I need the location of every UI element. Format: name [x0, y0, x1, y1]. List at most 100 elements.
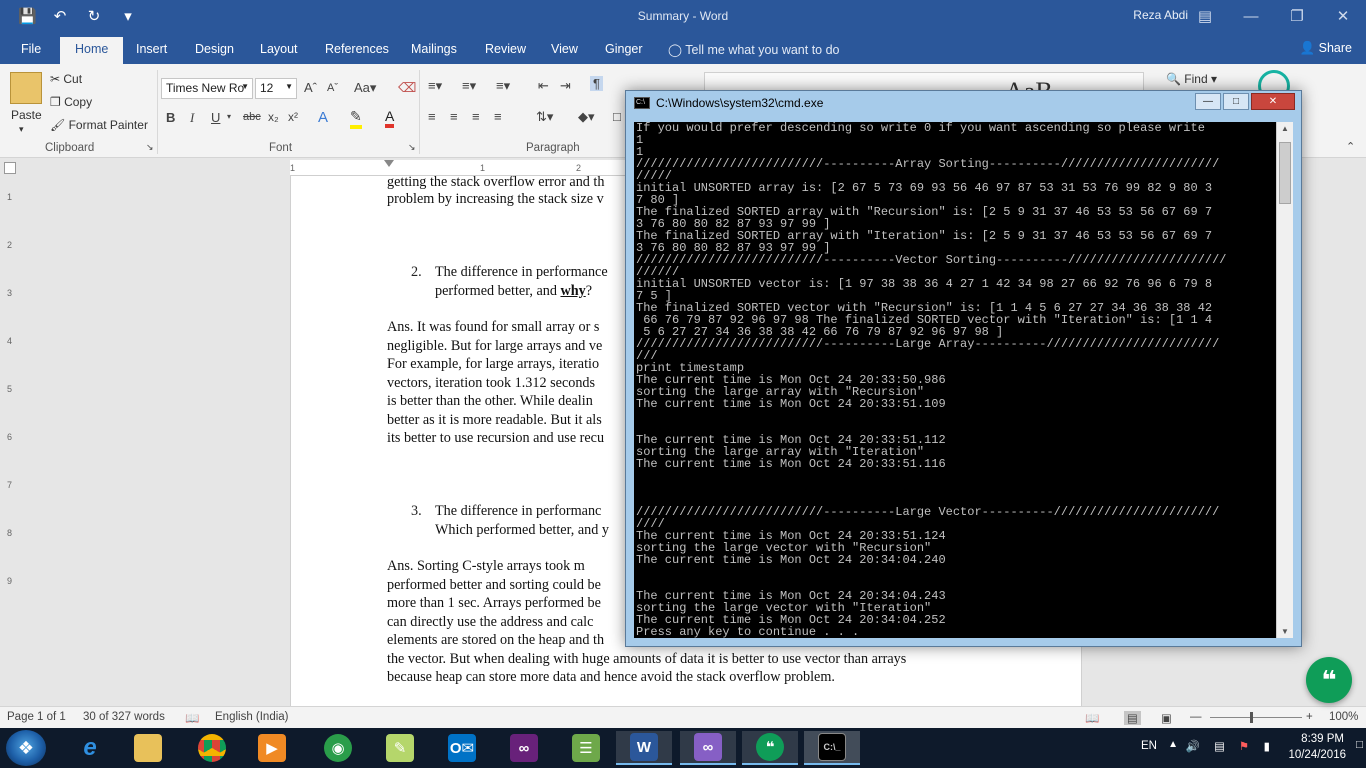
- text-effects-icon[interactable]: A: [318, 109, 328, 126]
- taskbar-visual-studio[interactable]: ∞: [680, 731, 736, 765]
- bullets-icon[interactable]: ≡▾: [428, 78, 442, 94]
- taskbar-hangouts[interactable]: ❝: [742, 731, 798, 765]
- language-indicator[interactable]: English (India): [215, 711, 289, 723]
- console-output[interactable]: If you would prefer descending so write …: [634, 122, 1276, 638]
- web-layout-icon[interactable]: ▣: [1161, 711, 1172, 725]
- start-button[interactable]: ❖: [6, 730, 46, 766]
- cmd-minimize-icon[interactable]: —: [1195, 93, 1221, 110]
- multilevel-list-icon[interactable]: ≡▾: [496, 78, 510, 94]
- taskbar-ie[interactable]: e: [62, 731, 118, 765]
- cmd-title-bar[interactable]: C:\ C:\Windows\system32\cmd.exe: [634, 96, 823, 110]
- taskbar-cmd[interactable]: C:\_: [804, 731, 860, 765]
- proofing-icon[interactable]: 📖: [185, 711, 199, 725]
- tab-file[interactable]: File: [21, 42, 41, 56]
- paste-button[interactable]: Paste: [11, 108, 42, 122]
- paste-icon[interactable]: [10, 72, 42, 104]
- tab-mailings[interactable]: Mailings: [411, 42, 457, 56]
- align-right-icon[interactable]: ≡: [472, 109, 480, 124]
- tab-selector-icon[interactable]: [4, 162, 16, 174]
- numbering-icon[interactable]: ≡▾: [462, 78, 476, 94]
- cmd-close-icon[interactable]: ✕: [1251, 93, 1295, 110]
- highlight-icon[interactable]: ✎: [350, 108, 362, 129]
- shading-icon[interactable]: ◆▾: [578, 109, 595, 125]
- tab-ginger[interactable]: Ginger: [605, 42, 643, 56]
- format-painter-button[interactable]: 🖌 Format Painter: [50, 118, 148, 132]
- notifications-icon[interactable]: □: [1356, 739, 1363, 751]
- read-mode-icon[interactable]: 📖: [1085, 711, 1099, 725]
- font-name-dropdown-icon[interactable]: ▼: [241, 82, 249, 91]
- scroll-down-icon[interactable]: ▼: [1281, 627, 1289, 636]
- tab-home[interactable]: Home: [60, 37, 124, 64]
- taskbar-visual-studio-old[interactable]: ∞: [496, 731, 552, 765]
- taskbar-chrome[interactable]: [184, 731, 240, 765]
- grow-font-icon[interactable]: Aˆ: [304, 80, 317, 95]
- change-case-icon[interactable]: Aa▾: [354, 80, 376, 96]
- taskbar-notepad-plus[interactable]: ✎: [372, 731, 428, 765]
- taskbar-explorer[interactable]: [120, 731, 176, 765]
- taskbar-globe-app[interactable]: ◉: [310, 731, 366, 765]
- input-language[interactable]: EN: [1141, 740, 1157, 752]
- cmd-window[interactable]: C:\ C:\Windows\system32\cmd.exe — □ ✕ If…: [625, 90, 1302, 647]
- justify-icon[interactable]: ≡: [494, 109, 502, 124]
- align-left-icon[interactable]: ≡: [428, 109, 436, 124]
- page-count[interactable]: Page 1 of 1: [7, 711, 66, 723]
- network-icon[interactable]: ▤: [1214, 739, 1225, 753]
- font-name-box[interactable]: Times New Ro ▼: [161, 78, 253, 99]
- paste-dropdown-icon[interactable]: ▾: [19, 124, 24, 135]
- clock-time[interactable]: 8:39 PM: [1301, 733, 1344, 745]
- word-count[interactable]: 30 of 327 words: [83, 711, 165, 723]
- underline-icon[interactable]: U: [211, 110, 220, 125]
- font-launcher-icon[interactable]: ↘: [408, 142, 416, 153]
- hangouts-bubble-icon[interactable]: ❝: [1306, 657, 1352, 703]
- print-layout-icon[interactable]: ▤: [1124, 711, 1141, 725]
- tab-view[interactable]: View: [551, 42, 578, 56]
- taskbar-word[interactable]: W: [616, 731, 672, 765]
- clear-formatting-icon[interactable]: ⌫: [398, 80, 416, 96]
- center-icon[interactable]: ≡: [450, 109, 458, 124]
- taskbar-notes-app[interactable]: ☰: [558, 731, 614, 765]
- superscript-icon[interactable]: x²: [288, 110, 298, 124]
- user-name[interactable]: Reza Abdi: [1133, 8, 1188, 22]
- line-spacing-icon[interactable]: ⇅▾: [536, 109, 553, 125]
- ribbon-display-options-icon[interactable]: ▤: [1182, 0, 1228, 32]
- font-color-icon[interactable]: A: [385, 108, 395, 128]
- borders-icon[interactable]: □: [613, 109, 621, 124]
- cmd-maximize-icon[interactable]: □: [1223, 93, 1249, 110]
- tab-layout[interactable]: Layout: [260, 42, 298, 56]
- increase-indent-icon[interactable]: ⇥: [560, 78, 571, 94]
- taskbar-outlook[interactable]: O✉: [434, 731, 490, 765]
- bold-icon[interactable]: B: [166, 110, 175, 125]
- taskbar-media-player[interactable]: ▶: [244, 731, 300, 765]
- share-button[interactable]: 👤 Share: [1300, 41, 1352, 56]
- zoom-in-icon[interactable]: +: [1306, 711, 1313, 723]
- tab-review[interactable]: Review: [485, 42, 526, 56]
- clock-date[interactable]: 10/24/2016: [1288, 749, 1346, 761]
- scroll-up-icon[interactable]: ▲: [1281, 124, 1289, 133]
- ltr-icon[interactable]: ¶: [590, 76, 603, 91]
- underline-dropdown-icon[interactable]: ▾: [227, 112, 231, 121]
- minimize-icon[interactable]: —: [1228, 0, 1274, 32]
- italic-icon[interactable]: I: [190, 110, 194, 126]
- zoom-out-icon[interactable]: —: [1190, 711, 1202, 723]
- tab-design[interactable]: Design: [195, 42, 234, 56]
- tab-references[interactable]: References: [325, 42, 389, 56]
- close-icon[interactable]: ✕: [1320, 0, 1366, 32]
- find-button[interactable]: 🔍 Find ▾: [1166, 72, 1217, 86]
- zoom-slider[interactable]: [1210, 717, 1302, 718]
- battery-icon[interactable]: ▮: [1264, 739, 1270, 753]
- scrollbar-thumb[interactable]: [1279, 142, 1291, 204]
- tell-me-box[interactable]: ◯ Tell me what you want to do: [668, 42, 840, 57]
- volume-icon[interactable]: 🔊: [1186, 739, 1200, 753]
- strikethrough-icon[interactable]: abc: [243, 111, 261, 123]
- zoom-level[interactable]: 100%: [1329, 711, 1358, 723]
- collapse-ribbon-icon[interactable]: ⌃: [1346, 140, 1355, 153]
- cut-button[interactable]: ✂ Cut: [50, 72, 82, 86]
- action-center-alert-icon[interactable]: ⚑: [1239, 739, 1249, 753]
- tab-insert[interactable]: Insert: [136, 42, 167, 56]
- decrease-indent-icon[interactable]: ⇤: [538, 78, 549, 94]
- copy-button[interactable]: ❐ Copy: [50, 95, 92, 109]
- console-scrollbar[interactable]: ▲ ▼: [1276, 122, 1293, 638]
- show-hidden-icons-icon[interactable]: ▲: [1168, 739, 1178, 750]
- shrink-font-icon[interactable]: Aˇ: [327, 82, 338, 94]
- font-size-box[interactable]: 12 ▼: [255, 78, 297, 99]
